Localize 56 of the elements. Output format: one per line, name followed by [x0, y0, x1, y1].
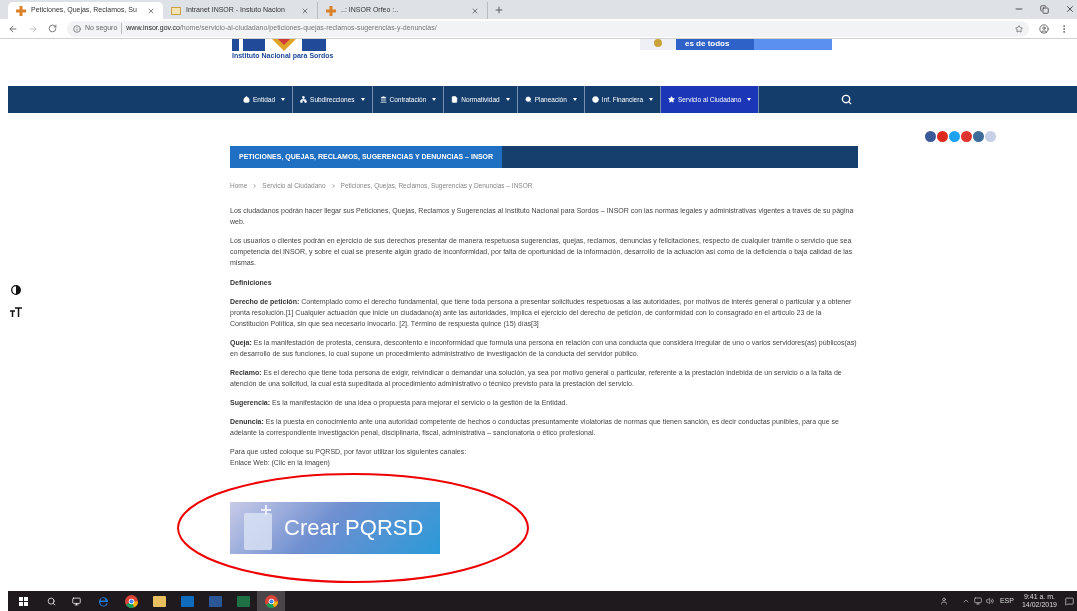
contrast-icon[interactable] [11, 285, 21, 295]
text-size-icon[interactable] [10, 307, 22, 317]
back-icon[interactable] [8, 23, 18, 34]
caret-icon [649, 98, 653, 101]
restore-icon[interactable] [1040, 5, 1049, 14]
social-media-icon[interactable] [937, 131, 948, 142]
info-icon [73, 24, 81, 33]
search-icon[interactable] [47, 596, 56, 606]
network-icon[interactable] [973, 597, 982, 605]
chevron-up-icon[interactable] [961, 597, 970, 605]
speaker-icon[interactable] [985, 597, 994, 605]
search-icon[interactable] [841, 94, 853, 105]
office-app-icon [180, 595, 194, 607]
caret-icon [747, 98, 752, 101]
nav-item-icon [300, 96, 308, 103]
plus-shape-icon [16, 5, 26, 16]
social-media-icon[interactable] [949, 131, 960, 142]
close-icon[interactable] [471, 6, 479, 15]
nav-item-icon [379, 96, 387, 103]
nav-item-icon [524, 96, 532, 103]
notifications-icon[interactable] [1065, 596, 1074, 606]
social-media-icon[interactable] [961, 131, 972, 142]
bookmark-star-icon[interactable] [1015, 24, 1023, 33]
close-icon[interactable] [147, 6, 155, 15]
close-icon[interactable] [301, 6, 309, 15]
caret-icon [572, 98, 577, 101]
reload-icon[interactable] [48, 24, 57, 33]
caret-icon [505, 98, 510, 101]
taskbar-app[interactable] [257, 591, 285, 611]
windows-start-icon[interactable] [19, 596, 28, 606]
caret-icon [281, 98, 286, 101]
chrome-icon [124, 594, 138, 608]
plus-shape-icon [326, 5, 336, 16]
tab-page-icon [171, 6, 181, 15]
document-plus-icon [244, 505, 274, 551]
caret-icon [360, 98, 365, 101]
nav-item-icon [243, 96, 250, 103]
close-icon[interactable] [1065, 4, 1075, 14]
social-media-icon[interactable] [973, 131, 984, 142]
chrome-icon [264, 594, 278, 608]
people-icon[interactable] [939, 597, 948, 605]
profile-icon[interactable] [1039, 23, 1049, 34]
folder-icon [152, 595, 166, 607]
new-tab-icon[interactable] [494, 5, 504, 15]
chevron-right-icon [331, 183, 335, 188]
emblem-icon [640, 39, 676, 50]
caret-icon [432, 98, 437, 101]
social-media-icon[interactable] [925, 131, 936, 142]
office-app-icon [236, 595, 250, 607]
nav-item-icon [668, 96, 675, 103]
browser-e-icon [97, 595, 109, 607]
chevron-right-icon [253, 183, 257, 188]
banner-text: es de todos [676, 39, 754, 50]
nav-item-icon [451, 96, 459, 103]
nav-item-icon [591, 96, 599, 103]
office-app-icon [208, 595, 222, 607]
